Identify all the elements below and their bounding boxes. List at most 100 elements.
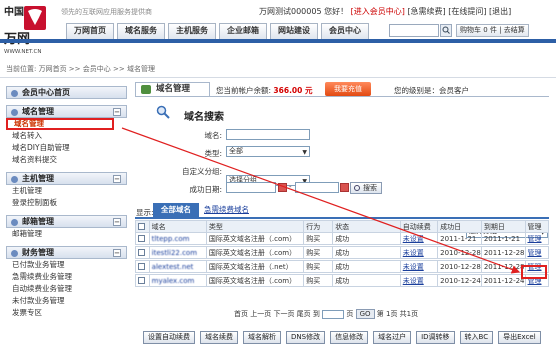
auto-renew-link[interactable]: 未设置 (399, 232, 439, 245)
logout-link[interactable]: [退出] (489, 7, 511, 16)
sidebar-home[interactable]: 会员中心首页 (6, 86, 127, 99)
nav-tab-home[interactable]: 万网首页 (66, 23, 114, 39)
start-date-cell: 2010-12-24 (437, 274, 482, 287)
slogan: 领先的互联网应用服务提供商 (61, 8, 152, 16)
sidebar-item-invoice[interactable]: 发票专区 (6, 307, 127, 319)
collapse-icon[interactable]: − (113, 175, 121, 183)
renew-button[interactable]: 域名续费 (200, 331, 238, 344)
dns-resolve-button[interactable]: 域名解析 (243, 331, 281, 344)
urgent-renew-link[interactable]: [急需续费] (407, 7, 445, 16)
list-divider (135, 217, 549, 219)
mail-section-icon (11, 219, 18, 226)
sidebar-section-domain[interactable]: 域名管理 − (6, 105, 127, 118)
breadcrumb-divider (0, 77, 556, 78)
sidebar-item-domain-manage[interactable]: 域名管理 (6, 118, 114, 130)
collapse-icon[interactable]: − (113, 108, 121, 116)
domain-cell[interactable]: tltepp.com (148, 232, 207, 245)
select-all-cell[interactable] (135, 220, 150, 233)
nav-tab-host[interactable]: 主机服务 (168, 23, 216, 39)
row-checkbox[interactable] (138, 235, 145, 242)
collapse-icon[interactable]: − (113, 249, 121, 257)
sidebar-section-host[interactable]: 主机管理 − (6, 172, 127, 185)
tab-all-domains[interactable]: 全部域名 (153, 203, 199, 217)
sidebar-item-paid[interactable]: 已付款业务管理 (6, 259, 127, 271)
cart-link[interactable]: 购物车 0 件 | 去结算 (456, 24, 529, 37)
auto-renew-link[interactable]: 未设置 (399, 274, 439, 287)
start-date-cell: 2010-12-28 (437, 260, 482, 273)
sidebar-item-auto-renew[interactable]: 自动续费业务管理 (6, 283, 127, 295)
pager-info: 第 1页 共1页 (376, 310, 419, 318)
date-to-input[interactable] (295, 182, 339, 193)
member-level: 您的级别是：会员客户 (394, 86, 469, 95)
type-cell: 国际英文域名注册（.com） (205, 232, 305, 245)
dns-modify-button[interactable]: DNS修改 (286, 331, 326, 344)
pager-go-button[interactable]: GO (355, 309, 375, 319)
row-checkbox-cell[interactable] (135, 232, 150, 245)
page-input[interactable] (322, 309, 345, 319)
row-checkbox[interactable] (138, 263, 145, 270)
search-button[interactable]: 搜索 (350, 182, 382, 194)
type-select[interactable]: 全部 ▼ (226, 146, 310, 157)
sidebar-section-mail[interactable]: 邮箱管理 − (6, 215, 127, 228)
user-bar: 万网测试000005 您好！ [进入会员中心] [急需续费] [在线提问] [退… (259, 6, 511, 17)
auto-renew-link[interactable]: 未设置 (399, 260, 439, 273)
row-checkbox[interactable] (138, 277, 145, 284)
calendar-icon[interactable] (278, 183, 287, 192)
export-excel-button[interactable]: 导出Excel (498, 331, 541, 344)
sidebar-item-domain-transfer[interactable]: 域名转入 (6, 130, 127, 142)
status-cell: 成功 (332, 260, 401, 273)
sidebar-item-urgent-renew[interactable]: 急需续费业务管理 (6, 271, 127, 283)
online-question-link[interactable]: [在线提问] (448, 7, 486, 16)
domain-cell[interactable]: myalex.com (148, 274, 207, 287)
auto-renew-link[interactable]: 未设置 (399, 246, 439, 259)
enter-member-link[interactable]: [进入会员中心] (351, 7, 405, 16)
nav-tab-domain[interactable]: 域名服务 (117, 23, 165, 39)
row-checkbox-cell[interactable] (135, 274, 150, 287)
transfer-owner-button[interactable]: 域名过户 (373, 331, 412, 344)
domain-section-icon (11, 109, 18, 116)
nav-tab-mail[interactable]: 企业邮箱 (219, 23, 267, 39)
select-all-checkbox[interactable] (138, 223, 145, 230)
sidebar-item-mail-manage[interactable]: 邮箱管理 (6, 228, 127, 240)
tab-urgent-renew[interactable]: 急需续费域名 (204, 203, 249, 217)
sidebar-item-domain-info[interactable]: 域名资料提交 (6, 154, 127, 166)
set-auto-renew-button[interactable]: 设置自动续费 (143, 331, 195, 344)
date-from-input[interactable] (226, 182, 276, 193)
sidebar-item-domain-diy[interactable]: 域名DIY自助管理 (6, 142, 127, 154)
action-bar: 设置自动续费 域名续费 域名解析 DNS修改 信息修改 域名过户 ID调转移 转… (143, 331, 541, 344)
end-date-cell: 2011-12-28 (480, 246, 526, 259)
nav-tab-member[interactable]: 会员中心 (321, 23, 369, 39)
sidebar-section-finance[interactable]: 财务管理 − (6, 246, 127, 259)
end-date-cell: 2011-12-24 (480, 274, 526, 287)
breadcrumb: 当前位置: 万网首页 >> 会员中心 >> 域名管理 (6, 65, 155, 73)
transfer-bc-button[interactable]: 转入BC (459, 331, 494, 344)
pager-nav[interactable]: 首页 上一页 下一页 尾页 到 (234, 310, 320, 318)
recharge-button[interactable]: 我要充值 (325, 82, 371, 96)
table-header-row: 域名 类型 行为 状态 自动续费 成功日 到期日 管理 (135, 220, 550, 233)
wanwang-logo[interactable]: 中国 万网 WWW.NET.CN (2, 3, 54, 55)
sidebar-home-label: 会员中心首页 (22, 88, 70, 97)
domain-input[interactable] (226, 129, 310, 140)
domain-cell[interactable]: alextest.net (148, 260, 207, 273)
info-modify-button[interactable]: 信息修改 (330, 331, 369, 344)
tab-domain-manage[interactable]: 域名管理 (135, 82, 210, 96)
search-button-label: 搜索 (363, 184, 377, 192)
pager-page-label: 页 (346, 310, 354, 318)
site-search-button[interactable] (440, 24, 452, 37)
sidebar-item-host-manage[interactable]: 主机管理 (6, 185, 127, 197)
sidebar-item-unpaid[interactable]: 未付款业务管理 (6, 295, 127, 307)
sidebar: 会员中心首页 域名管理 − 域名管理 域名转入 域名DIY自助管理 域名资料提交 … (6, 86, 127, 319)
collapse-icon[interactable]: − (113, 218, 121, 226)
site-search-input[interactable] (389, 24, 439, 37)
row-checkbox[interactable] (138, 249, 145, 256)
id-transfer-button[interactable]: ID调转移 (416, 331, 455, 344)
row-checkbox-cell[interactable] (135, 246, 150, 259)
manage-link[interactable]: 管理 (524, 232, 550, 245)
row-checkbox-cell[interactable] (135, 260, 150, 273)
domain-cell[interactable]: itestli22.com (148, 246, 207, 259)
nav-tab-website[interactable]: 网站建设 (270, 23, 318, 39)
sidebar-item-control-panel[interactable]: 登录控制面板 (6, 197, 127, 209)
manage-link[interactable]: 管理 (524, 246, 550, 259)
col-status: 状态 (332, 220, 401, 233)
calendar-icon[interactable] (340, 183, 349, 192)
